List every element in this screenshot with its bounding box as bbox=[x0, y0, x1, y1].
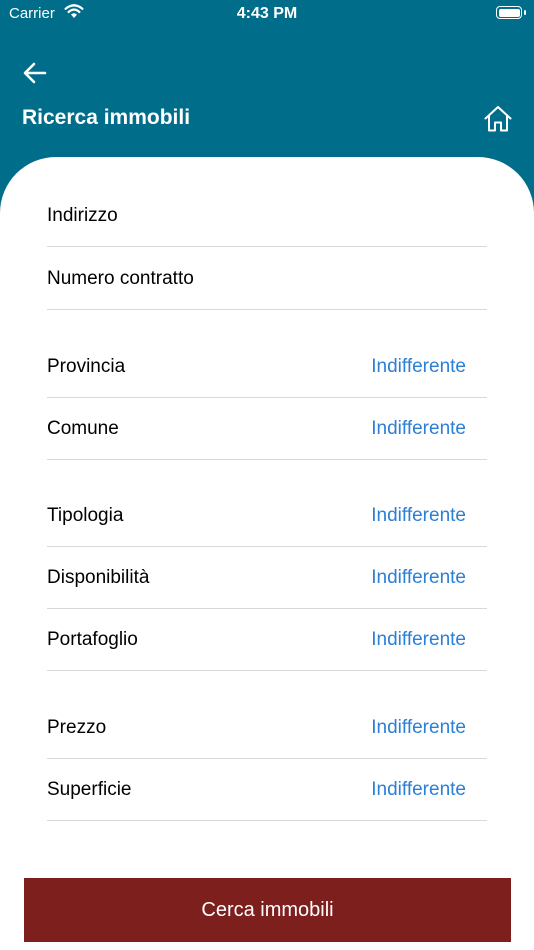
field-label: Numero contratto bbox=[47, 267, 194, 289]
municipality-selector[interactable]: Comune Indifferente bbox=[47, 398, 487, 460]
field-value: Indifferente bbox=[371, 628, 466, 650]
clock: 4:43 PM bbox=[236, 5, 298, 22]
home-button[interactable] bbox=[482, 103, 514, 135]
surface-selector[interactable]: Superficie Indifferente bbox=[47, 759, 487, 821]
status-bar: Carrier 4:43 PM bbox=[0, 0, 534, 30]
address-field[interactable]: Indirizzo bbox=[47, 185, 487, 247]
field-label: Indirizzo bbox=[47, 204, 118, 226]
contract-number-field[interactable]: Numero contratto bbox=[47, 248, 487, 310]
field-label: Comune bbox=[47, 417, 119, 439]
search-form-card: Indirizzo Numero contratto Provincia Ind… bbox=[0, 157, 534, 950]
arrow-left-icon bbox=[23, 62, 47, 84]
portfolio-selector[interactable]: Portafoglio Indifferente bbox=[47, 609, 487, 671]
field-label: Portafoglio bbox=[47, 628, 138, 650]
field-label: Tipologia bbox=[47, 504, 124, 526]
battery-icon bbox=[496, 6, 526, 19]
field-label: Prezzo bbox=[47, 716, 107, 738]
field-value: Indifferente bbox=[371, 716, 466, 738]
field-value: Indifferente bbox=[371, 778, 466, 800]
price-selector[interactable]: Prezzo Indifferente bbox=[47, 697, 487, 759]
field-label: Superficie bbox=[47, 778, 132, 800]
type-selector[interactable]: Tipologia Indifferente bbox=[47, 485, 487, 547]
field-label: Disponibilità bbox=[47, 566, 150, 588]
field-value: Indifferente bbox=[371, 566, 466, 588]
home-icon bbox=[484, 106, 512, 132]
availability-selector[interactable]: Disponibilità Indifferente bbox=[47, 547, 487, 609]
province-selector[interactable]: Provincia Indifferente bbox=[47, 336, 487, 398]
back-button[interactable] bbox=[20, 58, 50, 88]
page-title: Ricerca immobili bbox=[22, 106, 191, 129]
field-value: Indifferente bbox=[371, 417, 466, 439]
field-value: Indifferente bbox=[371, 504, 466, 526]
field-label: Provincia bbox=[47, 355, 126, 377]
field-value: Indifferente bbox=[371, 355, 466, 377]
search-properties-button[interactable]: Cerca immobili bbox=[24, 878, 511, 942]
